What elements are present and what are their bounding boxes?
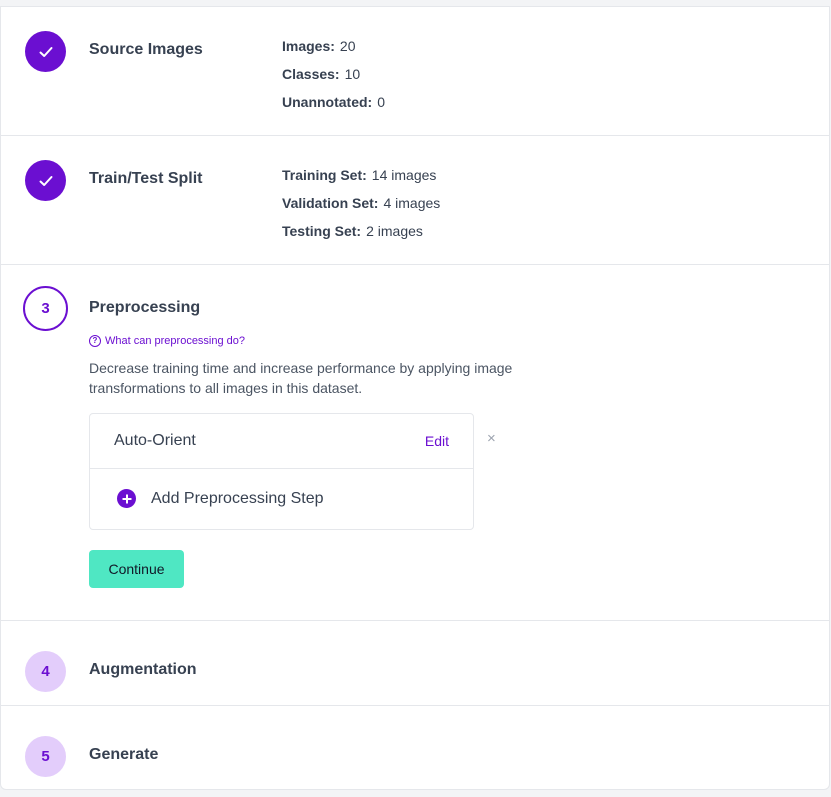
step-complete-badge — [25, 160, 66, 201]
step-title: Source Images — [89, 41, 203, 58]
add-preprocessing-step-button[interactable]: Add Preprocessing Step — [90, 469, 473, 529]
step-complete-badge — [25, 31, 66, 72]
stat-images: Images: 20 — [282, 38, 356, 54]
stat-testing-set: Testing Set: 2 images — [282, 223, 423, 239]
stat-validation-set: Validation Set: 4 images — [282, 195, 441, 211]
preprocessing-step-name: Auto-Orient — [114, 432, 196, 449]
step-generate[interactable]: 5 Generate — [1, 706, 830, 790]
question-circle-icon: ? — [89, 335, 101, 347]
edit-step-button[interactable]: Edit — [425, 433, 449, 449]
checkmark-icon — [39, 46, 52, 57]
step-number-badge: 3 — [23, 286, 68, 331]
preprocessing-steps-list: Auto-Orient Edit Add Preprocessing Step — [89, 413, 474, 530]
continue-button[interactable]: Continue — [89, 550, 184, 588]
step-number-badge: 4 — [25, 651, 66, 692]
preprocessing-description: Decrease training time and increase perf… — [89, 360, 513, 396]
step-title: Augmentation — [89, 661, 197, 678]
close-icon[interactable]: × — [487, 430, 496, 447]
step-augmentation[interactable]: 4 Augmentation — [1, 621, 830, 706]
step-title: Generate — [89, 746, 159, 763]
step-title: Preprocessing — [89, 299, 201, 316]
step-number-badge: 5 — [25, 736, 66, 777]
step-source-images: Source Images Images: 20 Classes: 10 Unann… — [1, 7, 830, 136]
dataset-version-wizard: Source Images Images: 20 Classes: 10 Unann… — [0, 6, 830, 790]
preprocessing-step-auto-orient: Auto-Orient Edit — [90, 414, 473, 469]
stat-unannotated: Unannotated: 0 — [282, 94, 386, 110]
stat-training-set: Training Set: 14 images — [282, 167, 437, 183]
plus-circle-icon — [117, 489, 136, 508]
preprocessing-help-link[interactable]: ? What can preprocessing do? — [89, 335, 245, 347]
step-train-test-split: Train/Test Split Training Set: 14 images … — [1, 136, 830, 265]
step-preprocessing: 3 Preprocessing ? What can preprocessing… — [1, 265, 830, 621]
step-stats: Training Set: 14 images Validation Set: 4 … — [282, 165, 440, 249]
checkmark-icon — [39, 175, 52, 186]
step-title: Train/Test Split — [89, 170, 203, 187]
stat-classes: Classes: 10 — [282, 66, 361, 82]
step-stats: Images: 20 Classes: 10 Unannotated: 0 — [282, 36, 385, 120]
